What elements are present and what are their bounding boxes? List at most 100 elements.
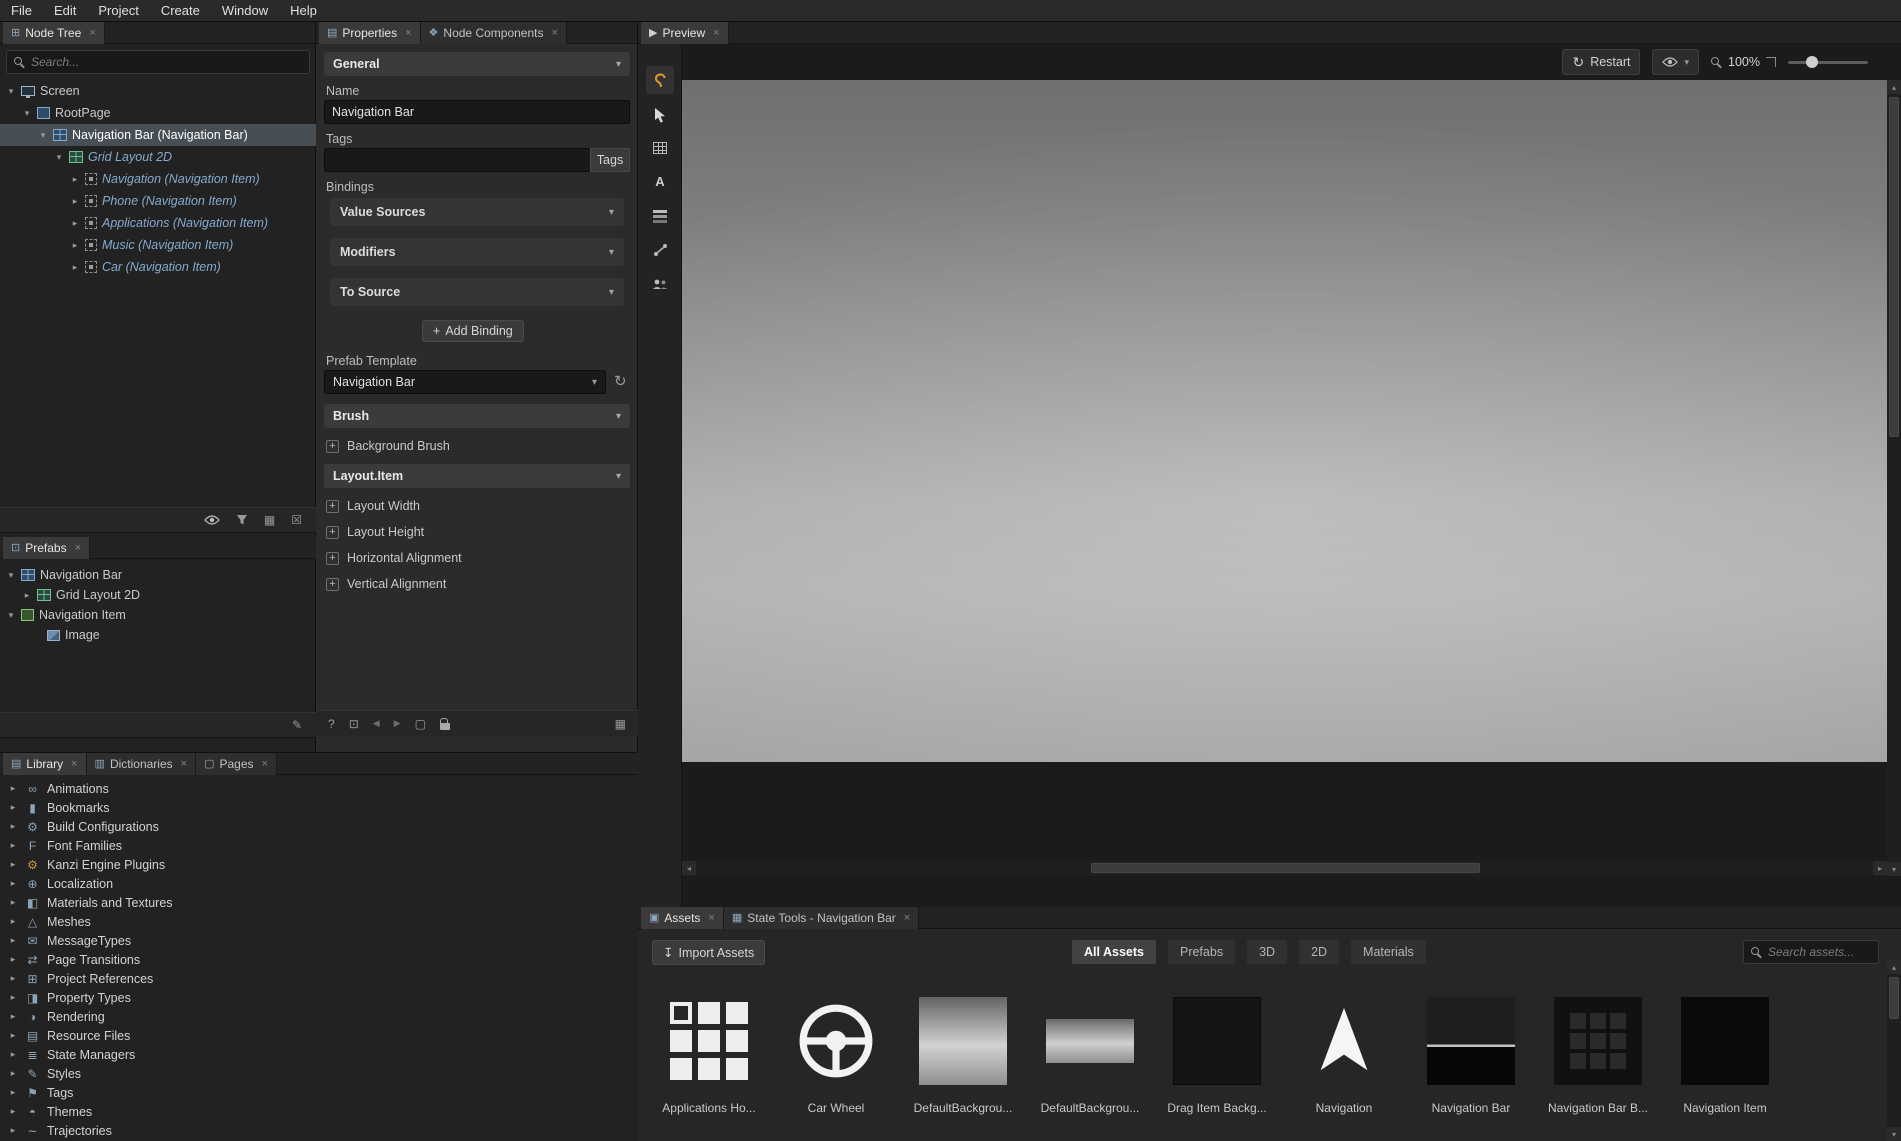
add-binding-button[interactable]: + Add Binding: [422, 320, 524, 342]
assets-vscrollbar[interactable]: ▴ ▾: [1887, 960, 1901, 1141]
zoom-slider[interactable]: [1788, 49, 1868, 75]
expand-icon[interactable]: ▸: [8, 1125, 18, 1136]
vertical-alignment-row[interactable]: + Vertical Alignment: [326, 574, 446, 594]
layers-tool-icon[interactable]: [646, 202, 674, 230]
close-icon[interactable]: ×: [708, 912, 714, 924]
expand-all-icon[interactable]: ⊡: [349, 717, 359, 731]
expand-icon[interactable]: ▸: [22, 590, 32, 601]
menu-file[interactable]: File: [0, 0, 43, 22]
expand-icon[interactable]: ▸: [8, 878, 18, 889]
expand-icon[interactable]: ▾: [6, 610, 16, 621]
expand-icon[interactable]: ▸: [8, 1049, 18, 1060]
menu-project[interactable]: Project: [87, 0, 149, 22]
library-item-property-types[interactable]: ▸◨Property Types: [0, 988, 638, 1007]
asset-item[interactable]: Navigation Bar B...: [1541, 985, 1655, 1115]
expand-icon[interactable]: ▸: [8, 973, 18, 984]
library-item-bookmarks[interactable]: ▸▮Bookmarks: [0, 798, 638, 817]
menu-create[interactable]: Create: [150, 0, 211, 22]
asset-item[interactable]: Navigation: [1287, 985, 1401, 1115]
search-input[interactable]: [31, 55, 302, 69]
eye-icon[interactable]: [204, 515, 220, 525]
menu-edit[interactable]: Edit: [43, 0, 87, 22]
select-tool-icon[interactable]: [646, 101, 674, 129]
filter-icon[interactable]: [236, 514, 248, 526]
tree-item-music[interactable]: ▸ Music (Navigation Item): [0, 234, 316, 256]
asset-item[interactable]: DefaultBackgrou...: [906, 985, 1020, 1115]
background-brush-row[interactable]: + Background Brush: [326, 436, 450, 456]
tree-item-car[interactable]: ▸ Car (Navigation Item): [0, 256, 316, 278]
expand-icon[interactable]: ▸: [70, 240, 80, 251]
expand-icon[interactable]: ▸: [8, 954, 18, 965]
node-tree-search[interactable]: [6, 50, 310, 74]
refresh-icon[interactable]: ↻: [614, 372, 627, 390]
tab-node-components[interactable]: ❖ Node Components ×: [421, 22, 567, 44]
add-property-icon[interactable]: +: [326, 552, 339, 565]
library-item-animations[interactable]: ▸∞Animations: [0, 779, 638, 798]
library-item-font-families[interactable]: ▸FFont Families: [0, 836, 638, 855]
add-property-icon[interactable]: +: [326, 500, 339, 513]
back-icon[interactable]: ◀: [373, 718, 380, 729]
scroll-up-icon[interactable]: ▴: [1887, 960, 1901, 974]
add-property-icon[interactable]: +: [326, 440, 339, 453]
hscroll-thumb[interactable]: [1091, 863, 1480, 873]
prefab-item-navigation-bar[interactable]: ▾ Navigation Bar: [0, 565, 316, 585]
frame-icon[interactable]: ▢: [415, 717, 426, 731]
library-item-themes[interactable]: ▸◓Themes: [0, 1102, 638, 1121]
zoom-control[interactable]: 100%: [1711, 55, 1776, 69]
expand-icon[interactable]: ▸: [8, 802, 18, 813]
expand-icon[interactable]: ▸: [8, 821, 18, 832]
library-item-resource-files[interactable]: ▸▤Resource Files: [0, 1026, 638, 1045]
prefab-item-image[interactable]: Image: [0, 625, 316, 645]
lock-icon[interactable]: [440, 723, 450, 730]
expand-icon[interactable]: ▾: [22, 108, 32, 119]
library-item-state-managers[interactable]: ▸≣State Managers: [0, 1045, 638, 1064]
restart-button[interactable]: ↻ Restart: [1562, 49, 1640, 75]
expand-icon[interactable]: ▾: [38, 130, 48, 141]
assets-scroll-thumb[interactable]: [1889, 977, 1899, 1019]
tab-assets[interactable]: ▣ Assets ×: [641, 907, 724, 929]
expand-icon[interactable]: ▸: [70, 174, 80, 185]
tab-dictionaries[interactable]: ▥ Dictionaries ×: [87, 753, 197, 775]
name-field[interactable]: [324, 100, 630, 124]
tab-node-tree[interactable]: ⊞ Node Tree ×: [3, 22, 105, 44]
add-property-icon[interactable]: +: [326, 526, 339, 539]
tab-properties[interactable]: ▤ Properties ×: [319, 22, 421, 44]
close-icon[interactable]: ×: [713, 27, 719, 39]
menu-window[interactable]: Window: [211, 0, 279, 22]
grid-tool-icon[interactable]: [646, 134, 674, 162]
layout-width-row[interactable]: + Layout Width: [326, 496, 420, 516]
edit-prefab-icon[interactable]: ✎: [292, 718, 302, 732]
close-icon[interactable]: ×: [75, 542, 81, 554]
expand-icon[interactable]: ▾: [6, 86, 16, 97]
asset-item[interactable]: Navigation Bar: [1414, 985, 1528, 1115]
library-item-materials-and-textures[interactable]: ▸◧Materials and Textures: [0, 893, 638, 912]
text-tool-icon[interactable]: A: [646, 167, 674, 195]
isolate-icon[interactable]: ☒: [291, 513, 302, 527]
library-item-styles[interactable]: ▸✎Styles: [0, 1064, 638, 1083]
close-icon[interactable]: ×: [89, 27, 95, 39]
library-item-messagetypes[interactable]: ▸✉MessageTypes: [0, 931, 638, 950]
tree-item-applications[interactable]: ▸ Applications (Navigation Item): [0, 212, 316, 234]
interact-tool-icon[interactable]: [646, 66, 674, 94]
expand-icon[interactable]: ▸: [8, 1068, 18, 1079]
brush-section-header[interactable]: Brush ▾: [324, 404, 630, 428]
expand-icon[interactable]: ▸: [70, 218, 80, 229]
tags-button[interactable]: Tags: [590, 148, 630, 172]
filter-3d[interactable]: 3D: [1247, 940, 1287, 964]
library-item-project-references[interactable]: ▸⊞Project References: [0, 969, 638, 988]
expand-icon[interactable]: ▸: [8, 783, 18, 794]
assets-search[interactable]: [1743, 940, 1879, 964]
preview-viewport[interactable]: [682, 80, 1887, 762]
scroll-left-icon[interactable]: ◂: [682, 861, 696, 875]
asset-item[interactable]: Applications Ho...: [652, 985, 766, 1115]
close-icon[interactable]: ×: [904, 912, 910, 924]
close-icon[interactable]: ×: [551, 27, 557, 39]
scroll-up-icon[interactable]: ▴: [1887, 80, 1901, 94]
filter-materials[interactable]: Materials: [1351, 940, 1426, 964]
expand-icon[interactable]: ▸: [8, 1030, 18, 1041]
preview-hscrollbar[interactable]: ◂ ▸: [682, 861, 1887, 876]
library-item-trajectories[interactable]: ▸∼Trajectories: [0, 1121, 638, 1140]
tab-pages[interactable]: ▢ Pages ×: [196, 753, 277, 775]
tree-item-rootpage[interactable]: ▾ RootPage: [0, 102, 316, 124]
asset-item[interactable]: Car Wheel: [779, 985, 893, 1115]
